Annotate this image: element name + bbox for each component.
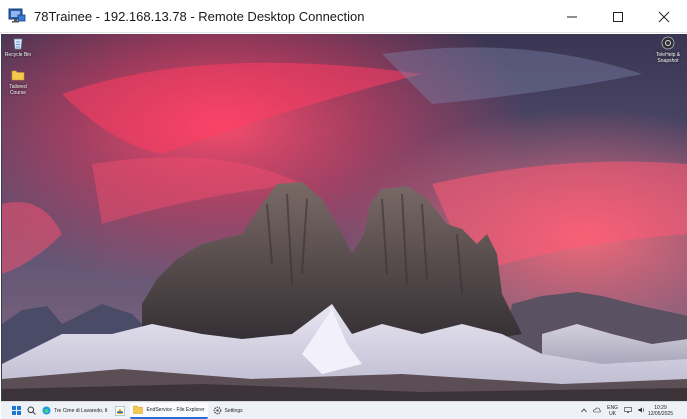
minimize-icon	[567, 16, 577, 17]
gear-icon	[213, 406, 221, 415]
remote-desktop[interactable]: Recycle Bin Tailored Course TeleHelp & S…	[1, 34, 687, 401]
window-title-bar: 78Trainee - 192.168.13.78 - Remote Deskt…	[0, 0, 687, 33]
window-controls	[549, 0, 687, 33]
minimize-button[interactable]	[549, 0, 595, 33]
desktop-icon-recycle-bin[interactable]: Recycle Bin	[3, 36, 33, 58]
search-icon	[27, 406, 36, 415]
maximize-button[interactable]	[595, 0, 641, 33]
start-button[interactable]	[9, 402, 24, 419]
folder-icon	[11, 70, 25, 81]
chevron-up-icon[interactable]	[581, 407, 587, 415]
taskbar-app-settings[interactable]: Settings	[210, 403, 246, 419]
taskbar-app-file-manager[interactable]	[112, 403, 128, 419]
file-manager-icon	[115, 405, 126, 416]
taskbar-app-edge[interactable]: Tre Cime di Lavaredo, It	[39, 403, 110, 419]
system-tray: ENG UK 10:29 12/05/2025	[578, 402, 687, 419]
remote-desktop-icon[interactable]	[7, 6, 27, 26]
taskbar-app-label: Tre Cime di Lavaredo, It	[54, 407, 108, 414]
taskbar-app-label: EndService - File Explorer	[146, 406, 205, 413]
taskbar: Tre Cime di Lavaredo, It EndService - Fi…	[1, 401, 687, 419]
wallpaper	[2, 34, 687, 401]
taskbar-app-file-explorer[interactable]: EndService - File Explorer	[130, 402, 208, 419]
window-title: 78Trainee - 192.168.13.78 - Remote Deskt…	[34, 8, 365, 24]
volume-icon[interactable]	[638, 407, 645, 415]
search-button[interactable]	[24, 402, 39, 419]
network-icon[interactable]	[624, 407, 632, 415]
clock-date: 12/05/2025	[647, 411, 673, 417]
taskbar-app-label: Settings	[224, 407, 243, 414]
maximize-icon	[613, 11, 623, 22]
language-indicator[interactable]: ENG UK	[607, 405, 618, 417]
close-icon	[658, 11, 670, 22]
desktop-icon-label: Tailored Course	[9, 84, 27, 96]
windows-logo-icon	[12, 406, 21, 415]
edge-icon	[42, 406, 51, 415]
cloud-sync-icon[interactable]	[593, 407, 601, 415]
close-button[interactable]	[641, 0, 687, 33]
folder-icon	[133, 405, 144, 414]
desktop-icon-tailored-course[interactable]: Tailored Course	[3, 68, 33, 96]
app-shortcut-icon	[661, 36, 675, 50]
desktop-icon-label: Recycle Bin	[4, 52, 32, 58]
recycle-bin-icon	[13, 38, 23, 50]
language-region: UK	[609, 411, 617, 417]
desktop-icon-telehelp[interactable]: TeleHelp & Snapshot	[653, 36, 683, 64]
desktop-icon-label: TeleHelp & Snapshot	[655, 52, 681, 64]
clock[interactable]: 10:29 12/05/2025	[648, 405, 673, 417]
